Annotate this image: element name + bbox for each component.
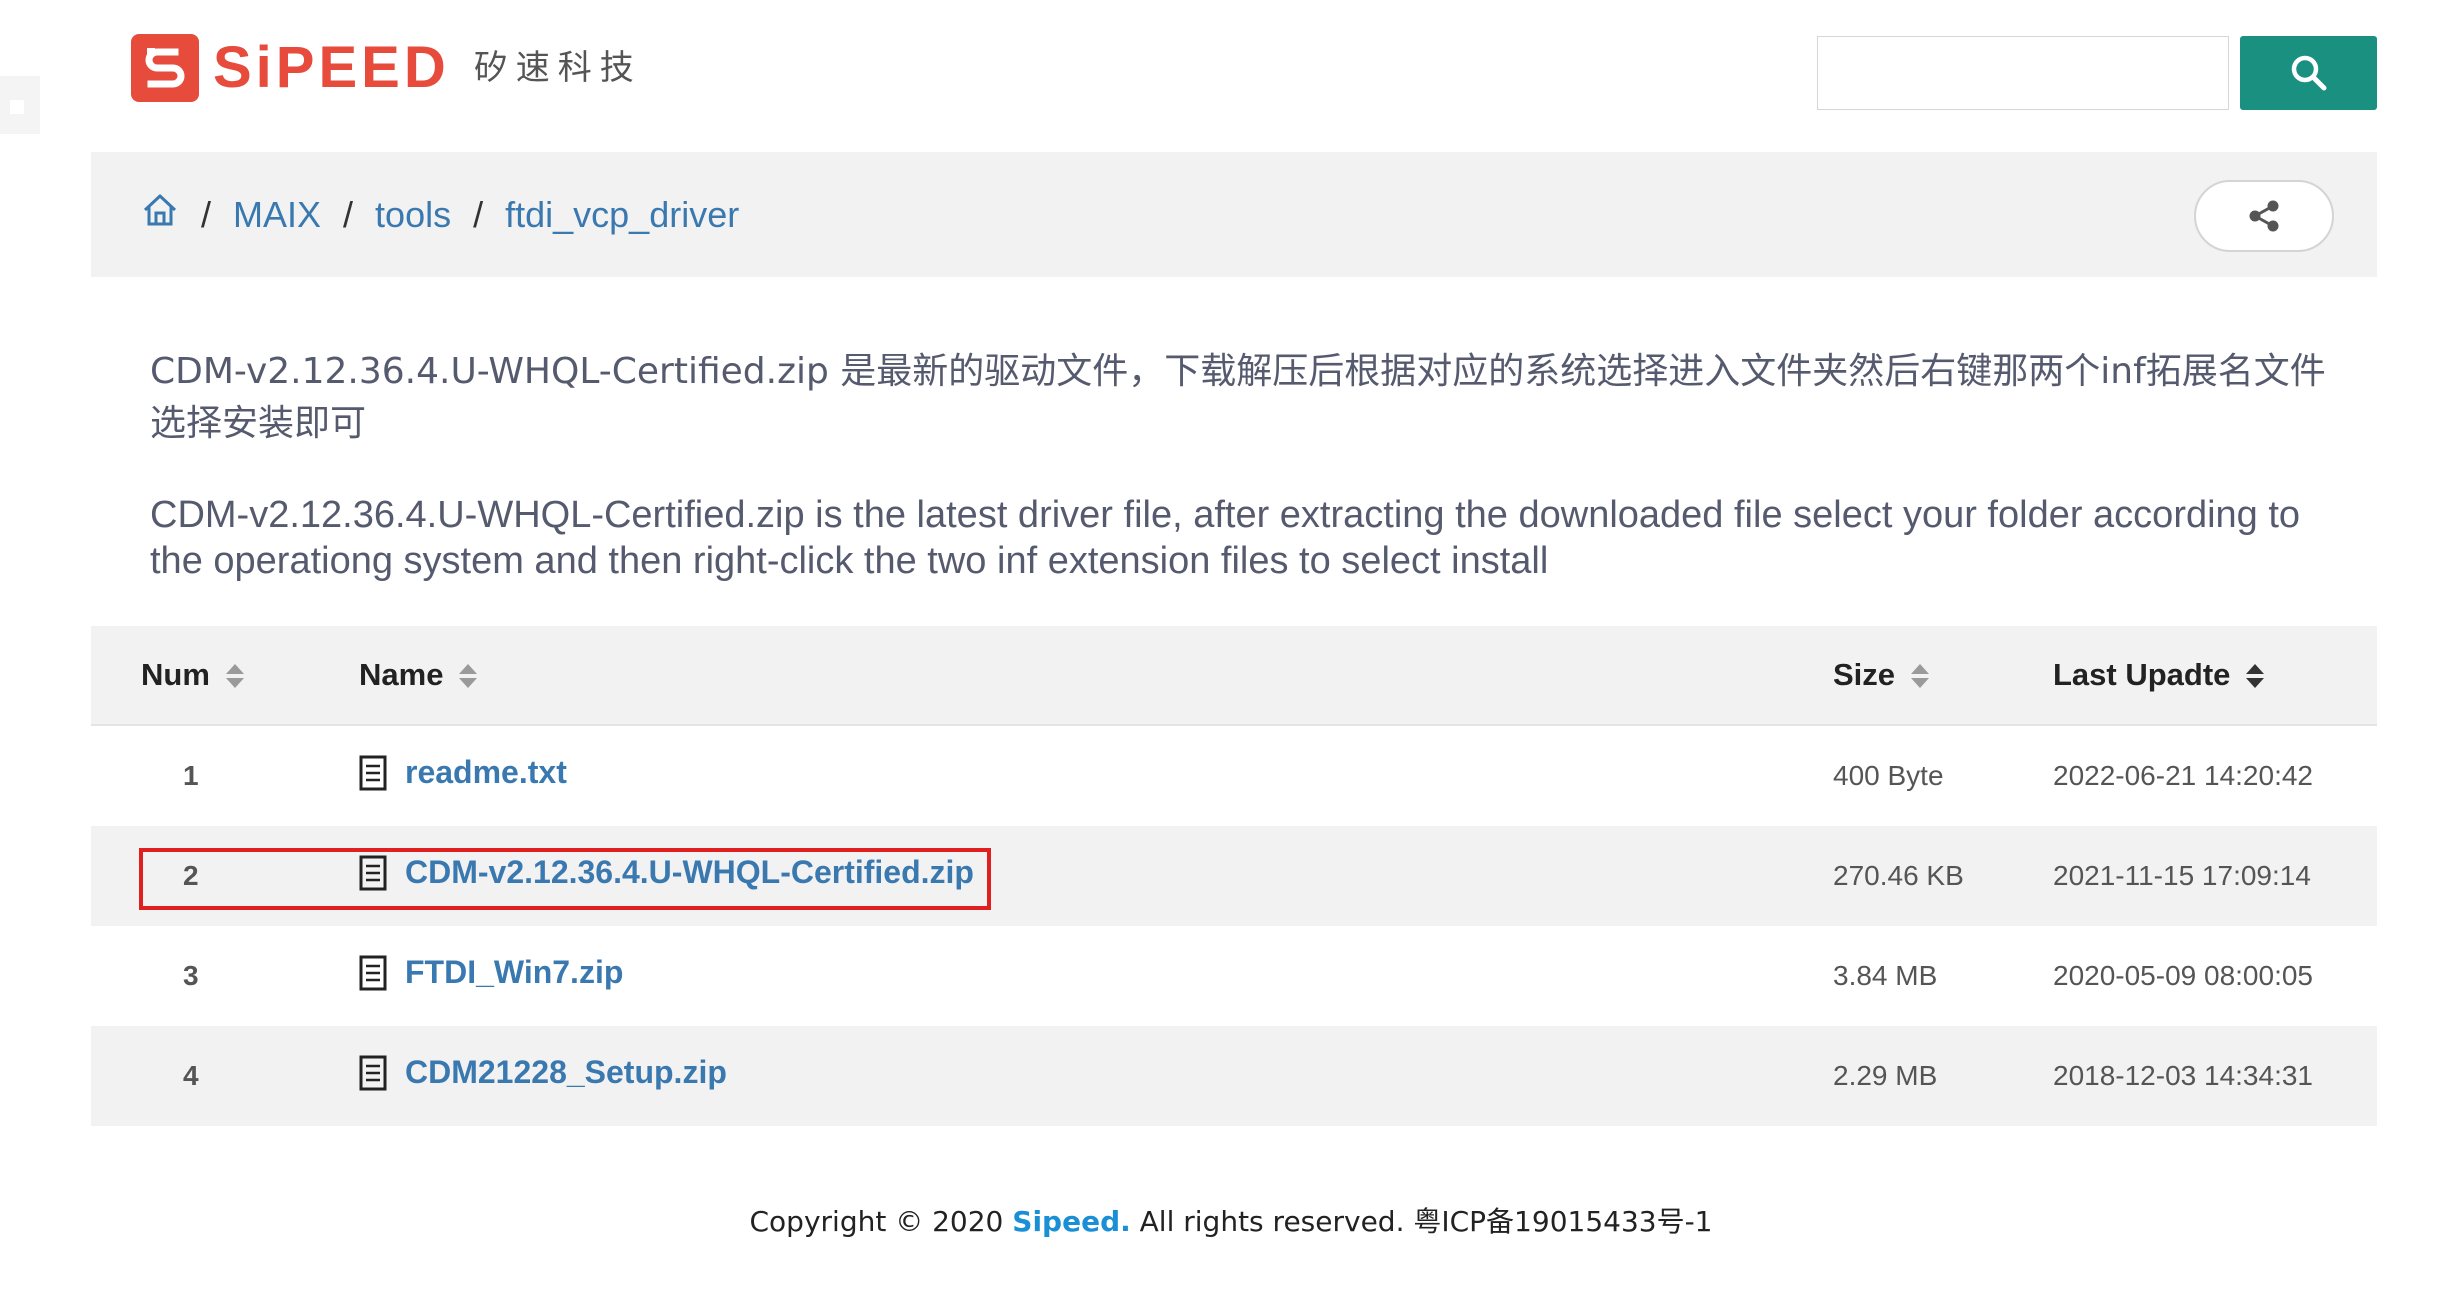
file-link-cdm-whql[interactable]: CDM-v2.12.36.4.U-WHQL-Certified.zip [359, 854, 974, 891]
footer-brand-link[interactable]: Sipeed. [1012, 1205, 1130, 1238]
column-header-num[interactable]: Num [91, 626, 359, 726]
file-icon [359, 855, 387, 891]
breadcrumb-separator: / [473, 193, 484, 235]
file-size: 3.84 MB [1833, 960, 1938, 991]
file-icon [359, 955, 387, 991]
footer: Copyright © 2020 Sipeed. All rights rese… [0, 1200, 2462, 1240]
breadcrumb: / MAIX / tools / ftdi_vcp_driver [141, 152, 739, 277]
row-num: 3 [183, 960, 199, 991]
file-link-cdm21228-setup[interactable]: CDM21228_Setup.zip [359, 1054, 727, 1091]
column-header-size[interactable]: Size [1833, 626, 2053, 726]
breadcrumb-item-ftdi-vcp-driver[interactable]: ftdi_vcp_driver [505, 194, 739, 236]
file-updated: 2022-06-21 14:20:42 [2053, 760, 2313, 791]
file-name: readme.txt [405, 754, 567, 791]
row-num: 4 [91, 1026, 359, 1126]
column-header-label: Size [1833, 657, 1896, 692]
file-name: CDM-v2.12.36.4.U-WHQL-Certified.zip [405, 854, 974, 891]
file-name: CDM21228_Setup.zip [405, 1054, 727, 1091]
logo-wordmark: SiPEED [213, 35, 450, 100]
footer-rights: All rights reserved. 粤ICP备19015433号-1 [1139, 1205, 1713, 1238]
file-icon [359, 755, 387, 791]
column-header-name[interactable]: Name [359, 626, 1833, 726]
file-size: 2.29 MB [1833, 1026, 2053, 1126]
table-header-row: Num Name Size Last Upadte [91, 626, 2377, 726]
file-name: FTDI_Win7.zip [405, 954, 624, 991]
table-row: 1 readme.txt 400 Byte 2022-06-21 14:20:4… [91, 725, 2377, 826]
search-icon [2291, 55, 2326, 91]
file-updated: 2018-12-03 14:34:31 [2053, 1026, 2377, 1126]
sort-icon [459, 663, 478, 690]
breadcrumb-home[interactable] [141, 192, 179, 237]
left-edge-widget [0, 76, 40, 134]
footer-copyright: Copyright © 2020 [749, 1205, 1004, 1238]
sort-desc-icon [2246, 663, 2265, 690]
row-num: 1 [183, 760, 199, 791]
site-logo[interactable]: SiPEED 矽速科技 [131, 34, 642, 102]
breadcrumb-separator: / [343, 193, 354, 235]
breadcrumb-separator: / [201, 193, 212, 235]
logo-chinese-name: 矽速科技 [473, 49, 642, 87]
search-button[interactable] [2240, 36, 2377, 110]
table-row: 3 FTDI_Win7.zip 3.84 MB 2020-05-09 08:00… [91, 926, 2377, 1026]
file-updated: 2020-05-09 08:00:05 [2053, 960, 2313, 991]
sort-icon [225, 663, 244, 690]
breadcrumb-item-maix[interactable]: MAIX [233, 194, 321, 236]
table-row: 4 CDM21228_Setup.zip 2.29 MB 2018-12-03 … [91, 1026, 2377, 1126]
file-size: 270.46 KB [1833, 826, 2053, 926]
file-icon [359, 1055, 387, 1091]
column-header-label: Last Upadte [2053, 657, 2231, 692]
share-icon [2249, 200, 2279, 232]
search-input[interactable] [1817, 36, 2229, 110]
table-row: 2 CDM-v2.12.36.4.U-WHQL-Certified.zip 27… [91, 826, 2377, 926]
file-link-ftdi-win7[interactable]: FTDI_Win7.zip [359, 954, 623, 991]
sort-icon [1911, 663, 1930, 690]
sipeed-logo-icon [131, 34, 199, 102]
file-size: 400 Byte [1833, 760, 1944, 791]
description-chinese: CDM-v2.12.36.4.U-WHQL-Certified.zip 是最新的… [150, 351, 2326, 444]
breadcrumb-item-tools[interactable]: tools [375, 194, 451, 236]
file-link-readme[interactable]: readme.txt [359, 754, 567, 791]
file-table: Num Name Size Last Upadte 1 readme.txt 4… [91, 626, 2377, 1126]
home-icon [143, 194, 177, 226]
breadcrumb-bar: / MAIX / tools / ftdi_vcp_driver [91, 152, 2377, 277]
column-header-label: Num [141, 657, 210, 692]
column-header-last-update[interactable]: Last Upadte [2053, 626, 2377, 726]
file-updated: 2021-11-15 17:09:14 [2053, 826, 2377, 926]
share-button[interactable] [2194, 180, 2334, 252]
row-num: 2 [91, 826, 359, 926]
column-header-label: Name [359, 657, 444, 692]
description-english: CDM-v2.12.36.4.U-WHQL-Certified.zip is t… [150, 494, 2301, 582]
